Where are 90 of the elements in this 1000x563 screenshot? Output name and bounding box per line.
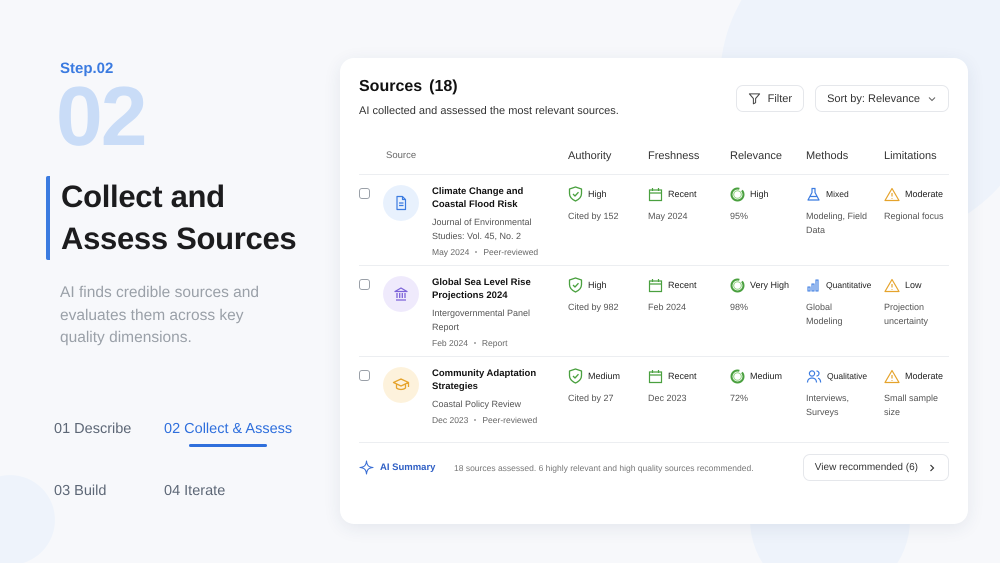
source-type: Report [482,338,508,348]
source-date: Dec 2023 [432,415,468,425]
method-detail: Modeling, Field Data [806,210,868,237]
column-header: Source [385,150,418,161]
limitation-detail: Small sample size [884,392,940,419]
source-type-icon [383,276,419,312]
publish-date: May 2024 [648,210,689,223]
source-title: Community Adaptation Strategies [432,367,538,393]
limitation-level: Moderate [905,371,944,381]
publish-date: Feb 2024 [648,301,688,314]
authority-level: High [588,280,607,290]
relevance-score: 95% [730,210,750,223]
calendar-icon [648,278,663,292]
view-recommended-button[interactable]: View recommended (6) [802,454,949,481]
source-date: May 2024 [432,247,470,257]
method-detail: Global Modeling [806,301,844,328]
column-header: Methods [806,150,850,162]
shield-check-icon [568,277,583,293]
people-icon [806,368,822,384]
method-type: Quantitative [826,280,872,290]
relevance-score: 72% [730,392,750,405]
panel-title: Sources [359,78,422,95]
relevance-level: Very High [750,280,790,290]
source-date: Feb 2024 [432,338,468,348]
citation-count: Cited by 27 [568,392,615,405]
relevance-level: Medium [750,371,782,381]
freshness-label: Recent [668,189,697,199]
shield-check-icon [568,186,583,202]
summary-text: 18 sources assessed. 6 highly relevant and high quality sources recommended. [454,462,755,472]
limitation-level: Moderate [905,189,944,199]
column-header: Limitations [884,150,938,162]
source-title: Global Sea Level Rise Projections 2024 [432,276,532,302]
column-header: Authority [568,150,612,162]
limitation-detail: Projection uncertainty [884,301,930,328]
citation-count: Cited by 982 [568,301,620,314]
row-checkbox[interactable] [359,370,370,381]
sort-dropdown[interactable]: Sort by: Relevance [815,85,949,112]
freshness-label: Recent [668,371,697,381]
calendar-icon [648,186,663,202]
source-publisher: Journal of Environmental Studies: Vol. 45, No. 2 [432,216,533,243]
ring-icon [730,278,745,292]
authority-level: Medium [588,371,620,381]
step-tab[interactable]: 03 Build [54,476,106,508]
bar-chart-icon [806,278,821,292]
slide-title: Collect and Assess Sources [61,178,298,258]
limitation-detail: Regional focus [884,210,945,223]
ai-summary-label: AI Summary [380,462,436,473]
source-publisher: Intergovernmental Panel Report [432,307,532,334]
sparkle-icon [359,460,374,475]
freshness-label: Recent [668,280,697,290]
shield-check-icon [568,368,583,384]
separator-dot [474,342,476,344]
authority-level: High [588,189,607,199]
source-type: Peer-reviewed [483,247,538,257]
method-type: Mixed [826,189,849,199]
separator-dot [474,419,476,421]
column-header: Relevance [730,150,783,162]
step-tab[interactable]: 01 Describe [54,414,132,446]
flask-icon [806,186,821,202]
row-checkbox[interactable] [359,188,370,199]
publish-date: Dec 2023 [648,392,688,405]
source-type-icon [383,367,419,403]
calendar-icon [648,368,663,384]
warning-icon [884,278,900,292]
source-count: (18) [429,78,458,95]
column-header: Freshness [648,150,700,162]
relevance-level: High [750,189,769,199]
separator-dot [475,251,478,253]
filter-icon [748,92,761,105]
method-detail: Interviews, Surveys [806,392,850,419]
warning-icon [884,186,900,202]
step-tab[interactable]: 02 Collect & Assess [164,414,292,446]
warning-icon [884,368,900,384]
slide-description: AI finds credible sources and evaluates them across key quality dimensions. [60,283,260,348]
step-tab[interactable]: 04 Iterate [164,476,226,508]
step-label: Step.02 [60,60,114,78]
row-checkbox[interactable] [359,279,370,290]
method-type: Qualitative [827,371,868,381]
source-title: Climate Change and Coastal Flood Risk [432,185,524,211]
citation-count: Cited by 152 [568,210,620,223]
relevance-score: 98% [730,301,750,314]
source-type: Peer-reviewed [482,415,538,425]
limitation-level: Low [905,280,922,290]
ring-icon [730,368,745,384]
source-publisher: Coastal Policy Review [432,398,522,411]
ring-icon [730,186,745,202]
panel-subtitle: AI collected and assessed the most relevant sources. [359,105,619,117]
source-type-icon [383,185,419,221]
filter-button[interactable]: Filter [736,85,804,112]
chevron-right-icon [927,462,937,472]
